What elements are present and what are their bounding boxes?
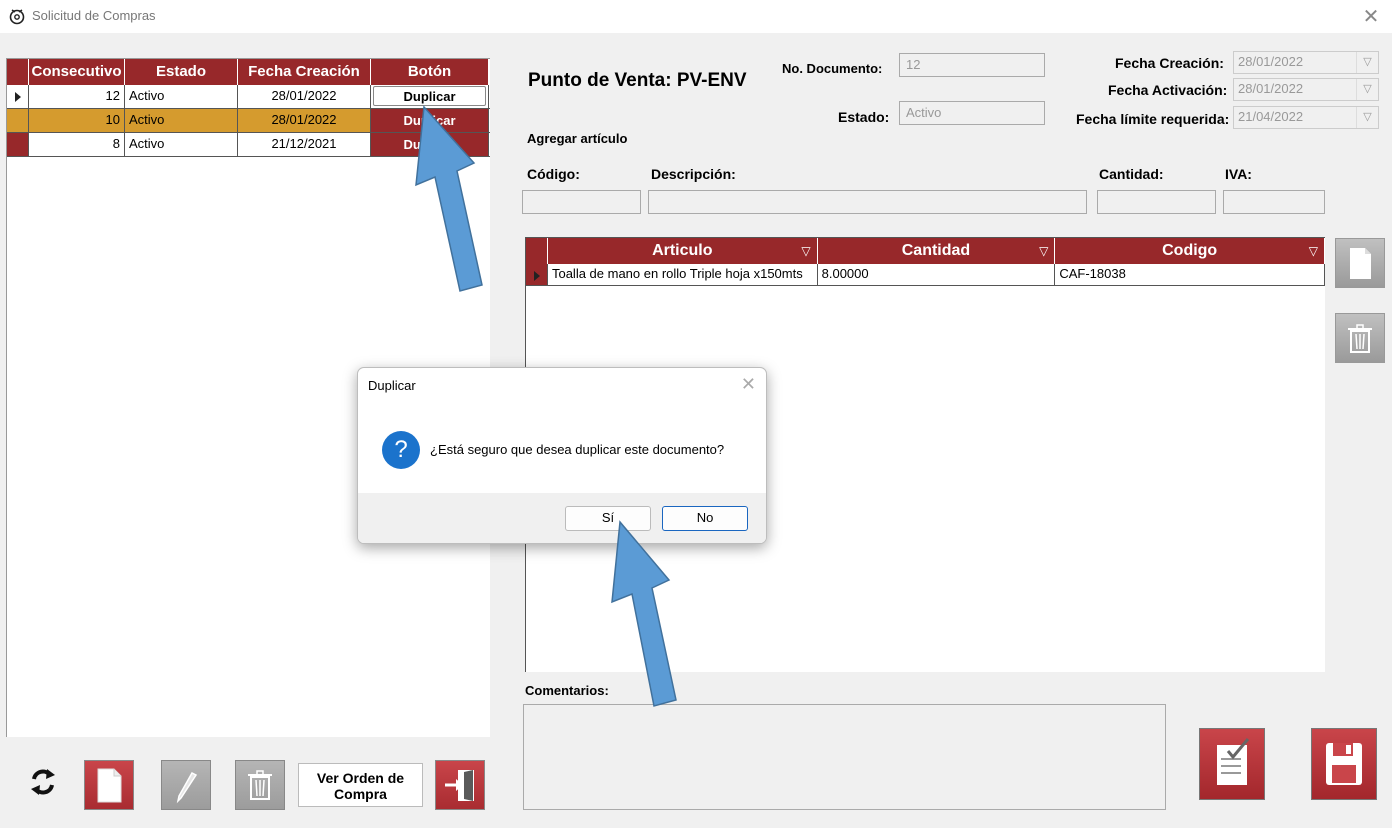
col-cantidad-label: Cantidad [901,242,971,259]
checklist-icon [1217,738,1250,785]
comentarios-textarea[interactable] [523,704,1166,810]
fecha-limite-value: 21/04/2022 [1238,109,1304,124]
cell-fecha: 28/01/2022 [238,109,371,132]
descripcion-input[interactable] [648,190,1087,214]
current-row-icon [15,92,21,102]
documents-grid-header: Consecutivo Estado Fecha Creación Botón [7,59,490,85]
col-articulo[interactable]: Articulo ▽ [547,238,818,264]
estado-field[interactable]: Activo [899,101,1045,125]
col-estado[interactable]: Estado [125,59,238,85]
row-selector[interactable] [7,133,29,156]
remove-article-button[interactable] [1335,313,1385,363]
row-selector[interactable] [7,85,29,108]
duplicate-confirm-dialog: Duplicar ✕ ? ¿Está seguro que desea dupl… [357,367,767,544]
col-consecutivo[interactable]: Consecutivo [29,59,125,85]
point-of-sale-title: Punto de Venta: PV-ENV [528,70,747,91]
cell-fecha: 28/01/2022 [238,85,371,108]
exit-door-icon [445,770,474,801]
filter-icon[interactable]: ▽ [801,238,810,264]
fecha-creacion-value: 28/01/2022 [1238,54,1304,69]
iva-label: IVA: [1225,166,1252,182]
refresh-icon[interactable] [26,765,60,799]
window-title: Solicitud de Compras [32,8,156,23]
trash-icon [1348,324,1372,353]
dialog-message: ¿Está seguro que desea duplicar este doc… [430,442,725,457]
fecha-activacion-label: Fecha Activación: [1108,82,1228,98]
edit-button[interactable] [161,760,211,810]
new-document-button[interactable] [84,760,134,810]
estado-label: Estado: [838,109,890,125]
descripcion-label: Descripción: [651,166,736,182]
approve-button[interactable] [1199,728,1265,800]
fecha-limite-label: Fecha límite requerida: [1076,111,1230,127]
save-button[interactable] [1311,728,1377,800]
current-row-icon [534,271,540,281]
new-file-icon [1350,248,1371,279]
exit-button[interactable] [435,760,485,810]
col-articulo-label: Articulo [652,242,713,259]
dialog-footer: Sí No [358,493,766,543]
close-icon[interactable]: ✕ [1360,4,1382,29]
question-icon: ? [382,431,420,469]
codigo-label: Código: [527,166,580,182]
fecha-limite-picker[interactable]: 21/04/2022 ▽ [1233,106,1379,129]
codigo-input[interactable] [522,190,641,214]
cell-articulo: Toalla de mano en rollo Triple hoja x150… [548,264,818,285]
articles-grid-header: Articulo ▽ Cantidad ▽ Codigo ▽ [526,238,1325,264]
iva-input[interactable] [1223,190,1325,214]
cell-fecha: 21/12/2021 [238,133,371,156]
annotation-arrow-up [611,520,677,707]
cell-cantidad: 8.00000 [818,264,1056,285]
row-header-corner [526,238,548,264]
table-row[interactable]: Toalla de mano en rollo Triple hoja x150… [526,264,1325,286]
cantidad-input[interactable] [1097,190,1216,214]
chevron-down-icon[interactable]: ▽ [1356,79,1378,100]
pencil-icon [176,772,198,804]
dialog-title: Duplicar [368,378,416,393]
floppy-disk-icon [1326,743,1362,785]
fecha-activacion-value: 28/01/2022 [1238,81,1304,96]
fecha-creacion-label: Fecha Creación: [1115,55,1224,71]
cell-estado: Activo [125,85,238,108]
trash-icon [248,770,272,800]
duplicate-button[interactable]: Duplicar [373,86,486,106]
close-icon[interactable]: ✕ [741,374,756,395]
delete-button[interactable] [235,760,285,810]
add-article-button[interactable] [1335,238,1385,288]
filter-icon[interactable]: ▽ [1039,238,1048,264]
col-boton[interactable]: Botón [371,59,489,85]
no-documento-label: No. Documento: [782,61,883,76]
row-header-corner [7,59,29,85]
annotation-arrow-up [415,105,483,292]
row-selector[interactable] [7,109,29,132]
col-fecha-creacion[interactable]: Fecha Creación [238,59,371,85]
no-documento-field[interactable]: 12 [899,53,1045,77]
view-purchase-order-button[interactable]: Ver Orden de Compra [298,763,423,807]
col-cantidad[interactable]: Cantidad ▽ [817,238,1056,264]
app-icon [9,9,25,25]
cantidad-label: Cantidad: [1099,166,1164,182]
cell-codigo: CAF-18038 [1055,264,1325,285]
comentarios-label: Comentarios: [525,683,609,698]
chevron-down-icon[interactable]: ▽ [1356,107,1378,128]
fecha-creacion-picker[interactable]: 28/01/2022 ▽ [1233,51,1379,74]
new-file-icon [97,768,122,803]
title-bar: Solicitud de Compras ✕ [0,0,1392,33]
col-codigo[interactable]: Codigo ▽ [1055,238,1325,264]
col-codigo-label: Codigo [1162,242,1218,259]
chevron-down-icon[interactable]: ▽ [1356,52,1378,73]
cell-consecutivo: 8 [29,133,125,156]
fecha-activacion-picker[interactable]: 28/01/2022 ▽ [1233,78,1379,101]
cell-estado: Activo [125,133,238,156]
filter-icon[interactable]: ▽ [1309,238,1318,264]
row-selector[interactable] [526,264,548,285]
cell-consecutivo: 10 [29,109,125,132]
cell-consecutivo: 12 [29,85,125,108]
add-item-title: Agregar artículo [527,131,628,146]
cell-estado: Activo [125,109,238,132]
